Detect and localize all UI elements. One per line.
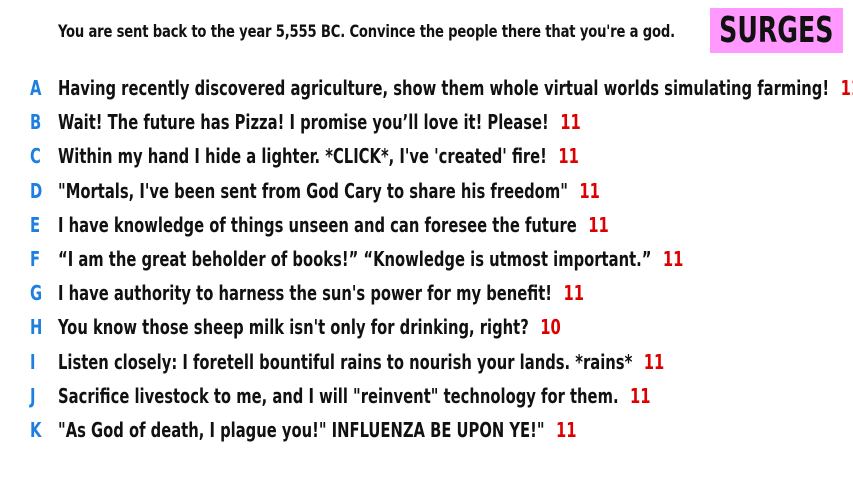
answer-letter: B [30,110,42,135]
answer-letter: E [30,212,41,237]
answer-line: Sacrifice livestock to me, and I will "r… [58,384,651,408]
answer-text: Within my hand I hide a lighter. *CLICK*… [58,144,547,169]
answer-line: "Mortals, I've been sent from God Cary t… [58,179,600,203]
answer-list: A Having recently discovered agriculture… [0,71,853,447]
answer-score: 11 [560,110,581,135]
answer-text: "As God of death, I plague you!" INFLUEN… [58,417,545,442]
answer-score: 11 [579,178,600,203]
answer-row-a: A Having recently discovered agriculture… [0,71,853,105]
answer-text: I have authority to harness the sun's po… [58,281,553,306]
answer-text: Having recently discovered agriculture, … [58,76,830,101]
answer-row-b: B Wait! The future has Pizza! I promise … [0,105,853,139]
answer-line: I have authority to harness the sun's po… [58,281,584,305]
answer-text: “I am the great beholder of books!” “Kno… [58,247,652,272]
answer-text: Sacrifice livestock to me, and I will "r… [58,383,619,408]
answer-letter: K [30,417,42,442]
answer-row-g: G I have authority to harness the sun's … [0,276,853,310]
answer-row-k: K "As God of death, I plague you!" INFLU… [0,413,853,447]
surges-badge: SURGES [710,8,843,53]
prompt-text: You are sent back to the year 5,555 BC. … [58,22,675,42]
answer-line: "As God of death, I plague you!" INFLUEN… [58,418,577,442]
answer-line: Having recently discovered agriculture, … [58,76,853,100]
answer-row-c: C Within my hand I hide a lighter. *CLIC… [0,139,853,173]
answer-score: 11 [588,212,609,237]
answer-score: 11 [662,247,684,272]
answer-row-f: F “I am the great beholder of books!” “K… [0,242,853,276]
answer-row-i: I Listen closely: I foretell bountiful r… [0,345,853,379]
answer-line: Wait! The future has Pizza! I promise yo… [58,110,581,134]
answer-letter: F [30,247,41,272]
answer-letter: G [30,281,43,306]
answer-row-j: J Sacrifice livestock to me, and I will … [0,379,853,413]
answer-line: “I am the great beholder of books!” “Kno… [58,247,683,271]
answer-line: Within my hand I hide a lighter. *CLICK*… [58,144,579,168]
answer-row-h: H You know those sheep milk isn't only f… [0,310,853,344]
answer-text: You know those sheep milk isn't only for… [58,315,529,340]
answer-text: "Mortals, I've been sent from God Cary t… [58,178,568,203]
answer-score: 11 [556,417,577,442]
answer-line: I have knowledge of things unseen and ca… [58,213,609,237]
answer-letter: A [30,76,42,101]
answer-score: 11 [563,281,585,306]
answer-score: 11 [643,349,665,374]
answer-score: 11 [630,383,651,408]
answer-score: 11 [558,144,579,169]
answer-text: I have knowledge of things unseen and ca… [58,212,577,237]
surges-badge-label: SURGES [719,10,834,51]
answer-letter: D [30,178,43,203]
answer-line: You know those sheep milk isn't only for… [58,315,561,339]
answer-letter: C [30,144,41,169]
answer-letter: I [30,349,36,374]
answer-letter: H [30,315,43,340]
answer-score: 11 [840,76,853,101]
answer-row-e: E I have knowledge of things unseen and … [0,208,853,242]
answer-score: 10 [540,315,561,340]
answer-text: Wait! The future has Pizza! I promise yo… [58,110,549,135]
answer-text: Listen closely: I foretell bountiful rai… [58,349,633,374]
answer-letter: J [30,383,36,408]
answer-line: Listen closely: I foretell bountiful rai… [58,350,664,374]
answer-row-d: D "Mortals, I've been sent from God Cary… [0,174,853,208]
